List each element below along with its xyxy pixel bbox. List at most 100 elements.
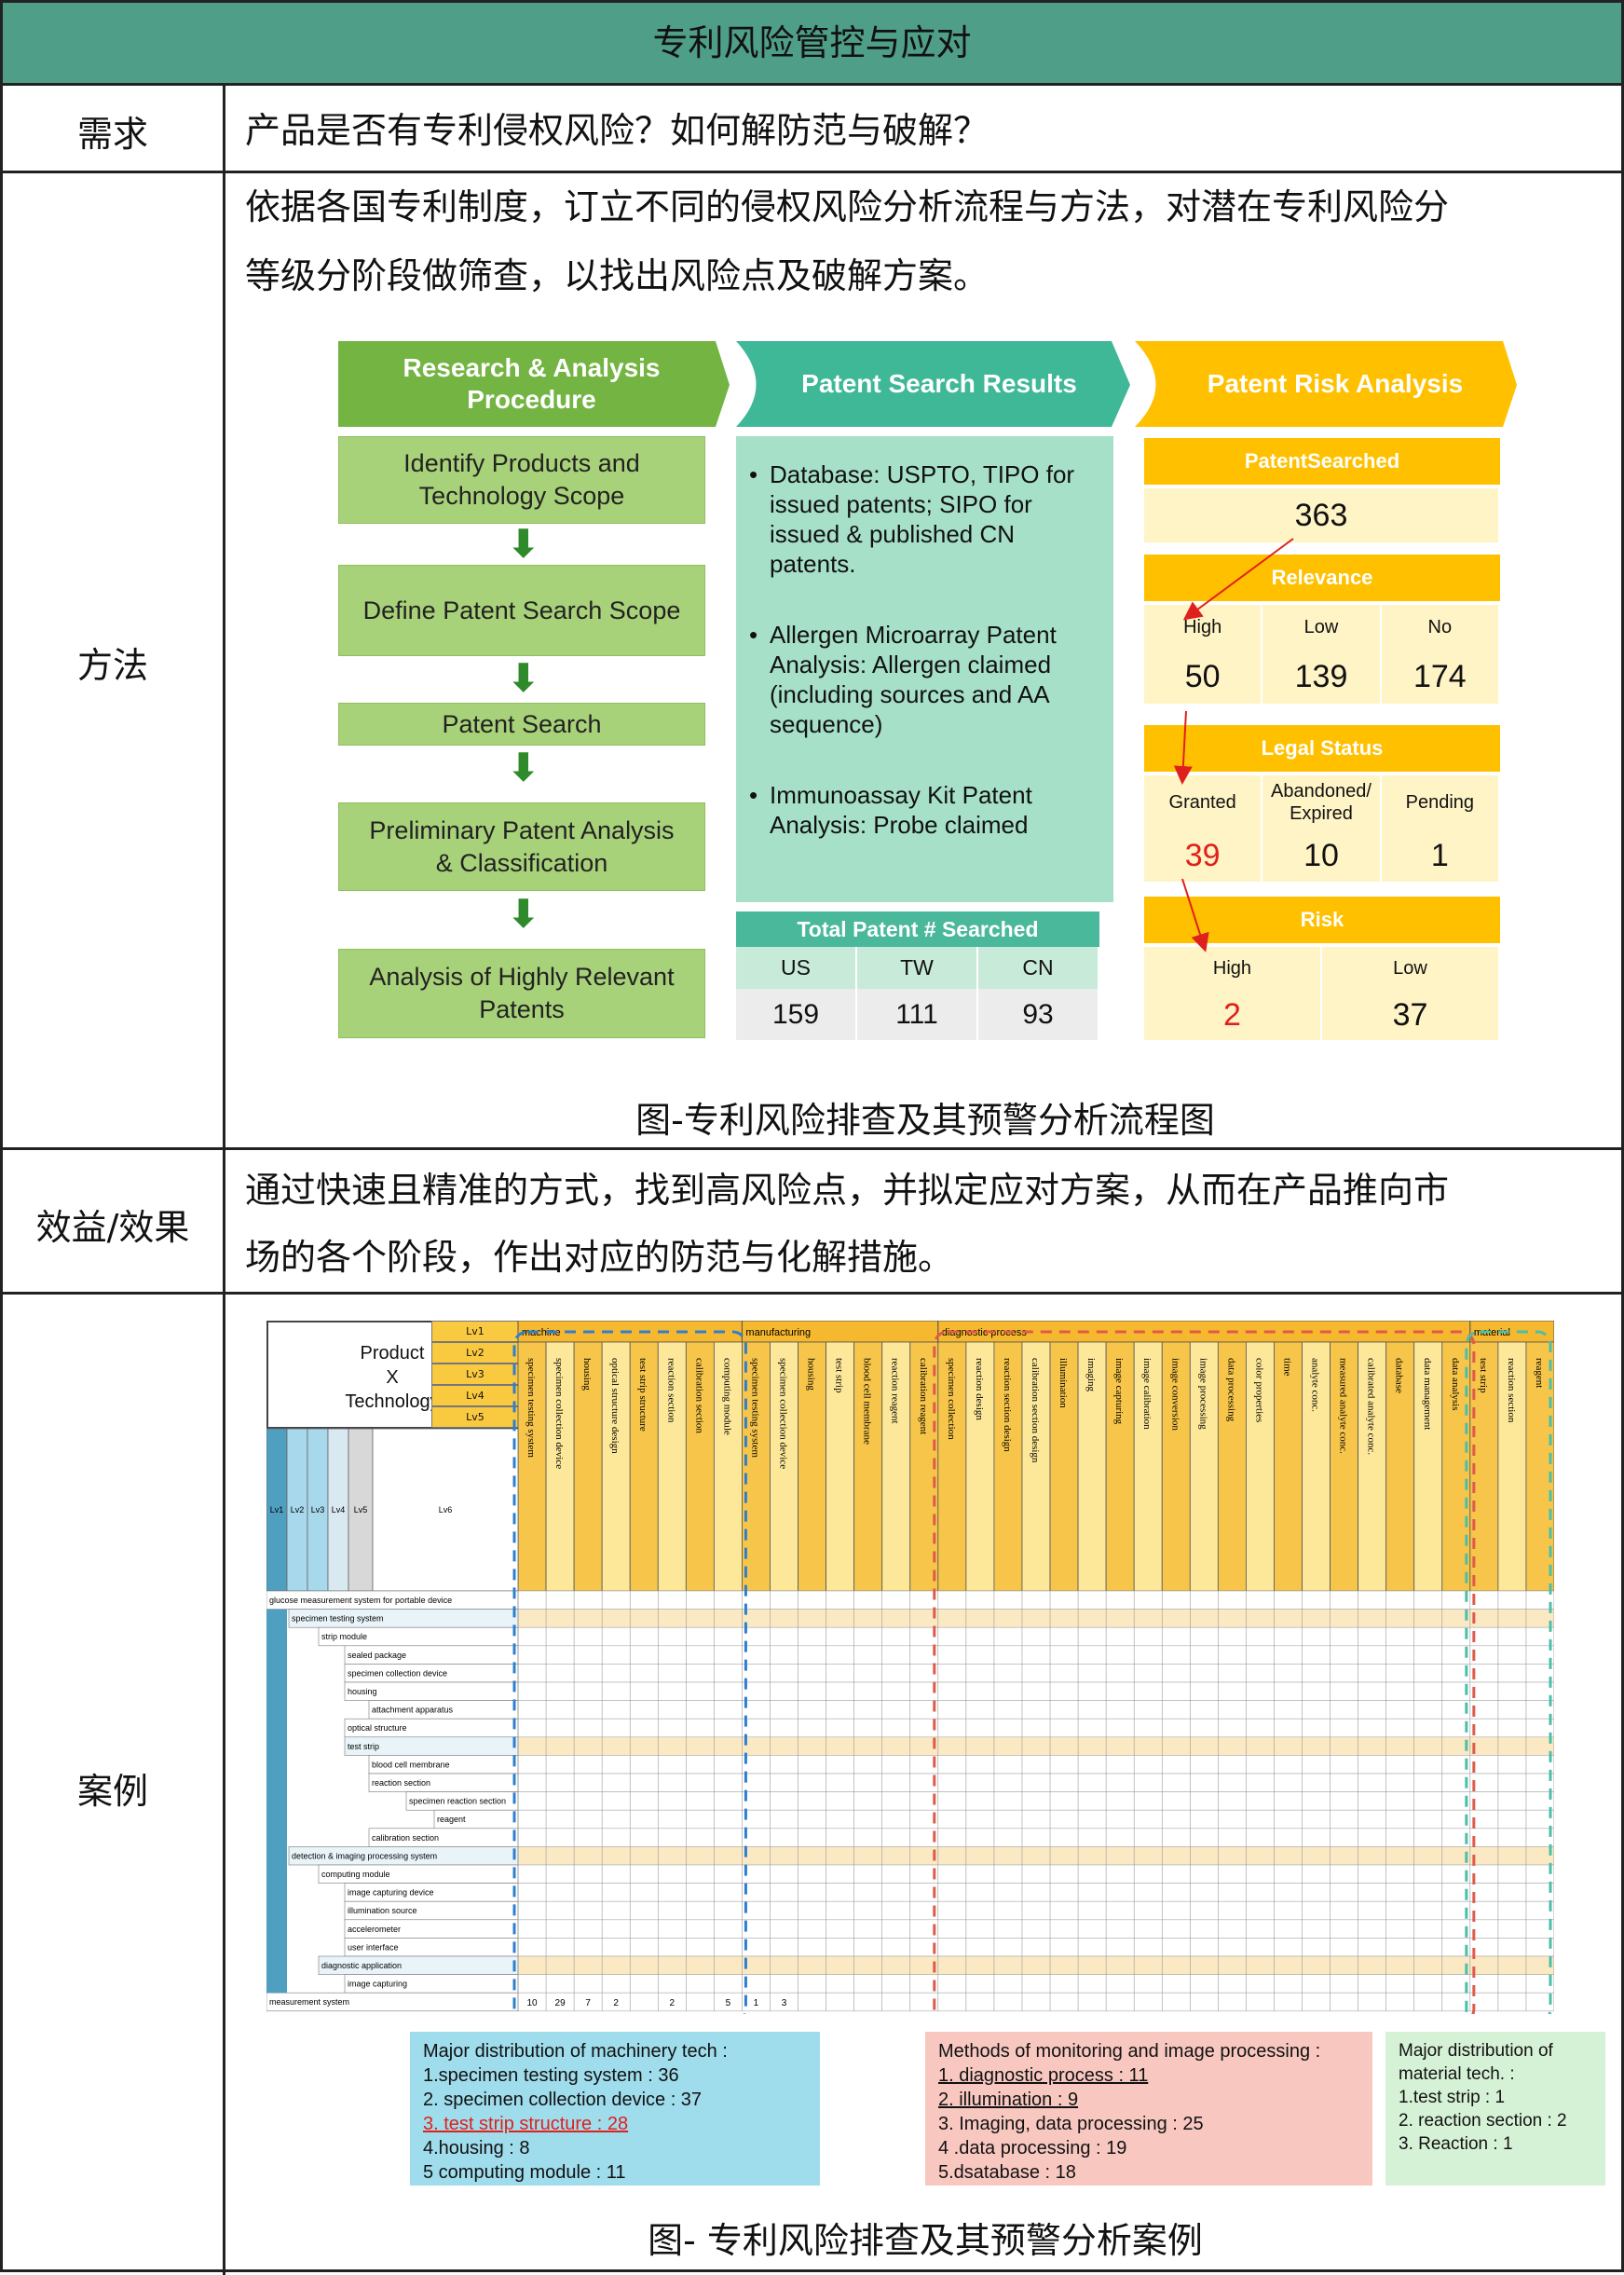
row-label: specimen testing system bbox=[292, 1614, 384, 1624]
row-label: image capturing device bbox=[348, 1888, 434, 1898]
matrix-row bbox=[517, 1791, 1554, 1811]
column-header bbox=[1274, 1341, 1303, 1592]
row-label: diagnostic application bbox=[321, 1961, 402, 1970]
column-label: image conversion bbox=[1169, 1358, 1180, 1431]
column-label: data processing bbox=[1225, 1358, 1236, 1422]
patent-risk-sheet: 专利风险管控与应对 需求 产品是否有专利侵权风险？如何解防范与破解？ 方法 依据… bbox=[0, 0, 1624, 2275]
relevance-label: No bbox=[1382, 605, 1500, 650]
matrix-row bbox=[517, 1919, 1554, 1939]
matrix-row bbox=[517, 1590, 1554, 1610]
column-label: computing module bbox=[721, 1358, 732, 1435]
relevance-title: Relevance bbox=[1144, 555, 1500, 601]
box-item: 4 .data processing : 19 bbox=[938, 2138, 1127, 2159]
row-label: test strip bbox=[348, 1742, 379, 1751]
column-label: analyte conc. bbox=[1310, 1358, 1321, 1412]
row-label: glucose measurement system for portable … bbox=[269, 1596, 452, 1605]
legal-status-block: Legal Status Granted Abandoned/ Expired … bbox=[1144, 725, 1500, 882]
matrix-row bbox=[517, 1755, 1554, 1775]
row-label: strip module bbox=[321, 1632, 367, 1641]
box-item: 5 computing module : 11 bbox=[423, 2162, 626, 2183]
matrix-row bbox=[517, 1736, 1554, 1756]
relevance-label: High bbox=[1144, 605, 1263, 650]
box-item: 2. illumination : 9 bbox=[938, 2090, 1079, 2110]
matrix-row bbox=[517, 1626, 1554, 1647]
divider bbox=[3, 1292, 1621, 1295]
down-arrow-icon: ⬇ bbox=[508, 524, 539, 565]
column-label: specimen testing system bbox=[525, 1358, 537, 1458]
total-value: 10 bbox=[526, 1998, 538, 2008]
total-value: 5 bbox=[726, 1998, 731, 2008]
risk-analysis-flow-diagram: Research & Analysis Procedure Patent Sea… bbox=[338, 334, 1522, 1042]
relevance-block: Relevance High Low No 50 139 174 bbox=[1144, 555, 1500, 704]
divider bbox=[3, 1147, 1621, 1150]
flow-caption: 图-专利风险排查及其预警分析流程图 bbox=[635, 1100, 1215, 1141]
bullet-immunoassay: Immunoassay Kit Patent Analysis: Probe c… bbox=[749, 780, 1100, 840]
benefit-text-2: 场的各个阶段，作出对应的防范与化解措施。 bbox=[245, 1237, 954, 1278]
step-highly-relevant: Analysis of Highly Relevant Patents bbox=[338, 949, 705, 1038]
group-label: manufacturing bbox=[745, 1327, 811, 1338]
column-label: reaction reagent bbox=[890, 1358, 901, 1424]
patent-searched-block: PatentSearched 363 bbox=[1144, 438, 1500, 542]
column-label: specimen collection device bbox=[553, 1358, 565, 1469]
column-label: measured analyte conc. bbox=[1338, 1358, 1349, 1454]
column-label: database bbox=[1394, 1358, 1405, 1393]
legal-label: Pending bbox=[1382, 775, 1500, 829]
row-label: detection & imaging processing system bbox=[292, 1851, 437, 1860]
column-label: calibration reagent bbox=[918, 1358, 929, 1434]
patent-searched-value: 363 bbox=[1144, 488, 1500, 542]
row-label: image capturing bbox=[348, 1980, 407, 1989]
legal-value: 1 bbox=[1382, 829, 1500, 882]
column-label: test strip bbox=[834, 1358, 845, 1393]
country-count: 159 bbox=[736, 989, 857, 1040]
method-text-1: 依据各国专利制度，订立不同的侵权风险分析流程与方法，对潜在专利风险分 bbox=[245, 186, 1450, 227]
row-label: attachment apparatus bbox=[372, 1706, 454, 1715]
matrix-row bbox=[517, 1864, 1554, 1884]
column-label: data management bbox=[1422, 1358, 1433, 1430]
matrix-row bbox=[517, 1828, 1554, 1847]
risk-label: Low bbox=[1322, 947, 1500, 990]
column-label: housing bbox=[581, 1358, 593, 1391]
total-value: 7 bbox=[585, 1998, 591, 2008]
matrix-row bbox=[517, 1974, 1554, 1994]
column-label: reaction design bbox=[974, 1358, 985, 1420]
benefit-label: 效益/效果 bbox=[35, 1207, 190, 1248]
column-label: illumination bbox=[1058, 1358, 1069, 1408]
row-label: measurement system bbox=[269, 1997, 349, 2007]
column-label: time bbox=[1281, 1358, 1292, 1377]
relevance-value: 50 bbox=[1144, 650, 1263, 704]
down-arrow-icon: ⬇ bbox=[508, 894, 539, 935]
benefit-text-1: 通过快速且精准的方式，找到高风险点，并拟定应对方案，从而在产品推向市 bbox=[245, 1170, 1450, 1211]
column-label: optical structure design bbox=[609, 1358, 621, 1454]
row-label: specimen collection device bbox=[348, 1668, 447, 1678]
need-label: 需求 bbox=[76, 114, 148, 155]
matrix-row bbox=[517, 1846, 1554, 1866]
relevance-value: 139 bbox=[1262, 650, 1382, 704]
row-label: optical structure bbox=[348, 1723, 407, 1733]
sheet-title: 专利风险管控与应对 bbox=[3, 3, 1621, 86]
row-label: reaction section bbox=[372, 1778, 430, 1788]
matrix-row bbox=[517, 1900, 1554, 1921]
row-label: user interface bbox=[348, 1942, 399, 1952]
total-patents-title: Total Patent # Searched bbox=[736, 911, 1099, 947]
column-label: housing bbox=[806, 1358, 817, 1391]
search-results-box: Database: USPTO, TIPO for issued patents… bbox=[736, 436, 1113, 902]
risk-value: 37 bbox=[1322, 990, 1500, 1040]
column-label: calibration section design bbox=[1030, 1358, 1041, 1463]
column-label: image calibration bbox=[1141, 1358, 1153, 1430]
total-patents-table: Total Patent # Searched US TW CN 159 111… bbox=[736, 911, 1099, 1042]
row-label: blood cell membrane bbox=[372, 1760, 450, 1769]
step-preliminary-analysis: Preliminary Patent Analysis & Classifica… bbox=[338, 802, 705, 891]
box-item: 3. Reaction : 1 bbox=[1399, 2134, 1513, 2154]
level-label: Lv4 bbox=[332, 1505, 346, 1514]
level-label: Lv3 bbox=[311, 1505, 325, 1514]
column-label: image capturing bbox=[1113, 1358, 1125, 1425]
column-label: reagent bbox=[1534, 1358, 1545, 1388]
total-value: 3 bbox=[782, 1998, 787, 2008]
patent-searched-title: PatentSearched bbox=[1144, 438, 1500, 485]
material-box: Major distribution of material tech. : 1… bbox=[1385, 2032, 1605, 2186]
matrix-row bbox=[517, 1809, 1554, 1830]
down-arrow-icon: ⬇ bbox=[508, 658, 539, 699]
step-identify-scope: Identify Products and Technology Scope bbox=[338, 436, 705, 524]
box-item-highlight: 3. test strip structure : 28 bbox=[423, 2114, 629, 2134]
box-item: 4.housing : 8 bbox=[423, 2138, 530, 2159]
